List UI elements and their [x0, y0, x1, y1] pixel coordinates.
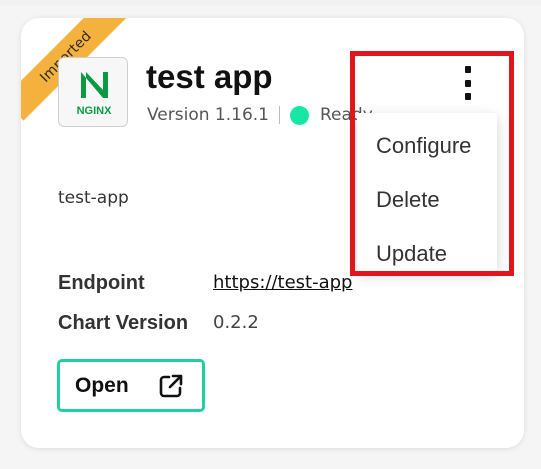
version-text: Version 1.16.1	[147, 105, 269, 125]
nginx-logo-icon: NGINX	[77, 72, 113, 117]
external-link-icon	[159, 374, 182, 397]
nginx-logo: NGINX	[58, 57, 128, 127]
chart-version-label: Chart Version	[58, 312, 189, 334]
chart-version-row: Chart Version 0.2.2	[58, 312, 259, 335]
endpoint-label: Endpoint	[58, 272, 145, 294]
chart-version-value: 0.2.2	[213, 312, 259, 333]
endpoint-link[interactable]: https://test-app	[213, 272, 352, 295]
menu-item-configure[interactable]: Configure	[357, 119, 497, 173]
app-title: test app	[146, 58, 273, 95]
endpoint-row: Endpoint https://test-app	[58, 272, 352, 295]
menu-item-update[interactable]: Update	[357, 227, 497, 281]
open-button-label: Open	[75, 373, 129, 397]
svg-text:NGINX: NGINX	[77, 105, 113, 117]
status-dot-icon	[290, 105, 309, 125]
more-options-icon[interactable]	[458, 66, 478, 100]
app-meta: Version 1.16.1 Ready	[147, 103, 373, 127]
top-edge	[0, 0, 541, 6]
app-description: test-app	[58, 188, 129, 208]
menu-item-delete[interactable]: Delete	[357, 173, 497, 227]
meta-divider	[279, 106, 280, 124]
more-options-menu: Configure Delete Update	[357, 113, 497, 271]
open-button[interactable]: Open	[57, 359, 205, 412]
